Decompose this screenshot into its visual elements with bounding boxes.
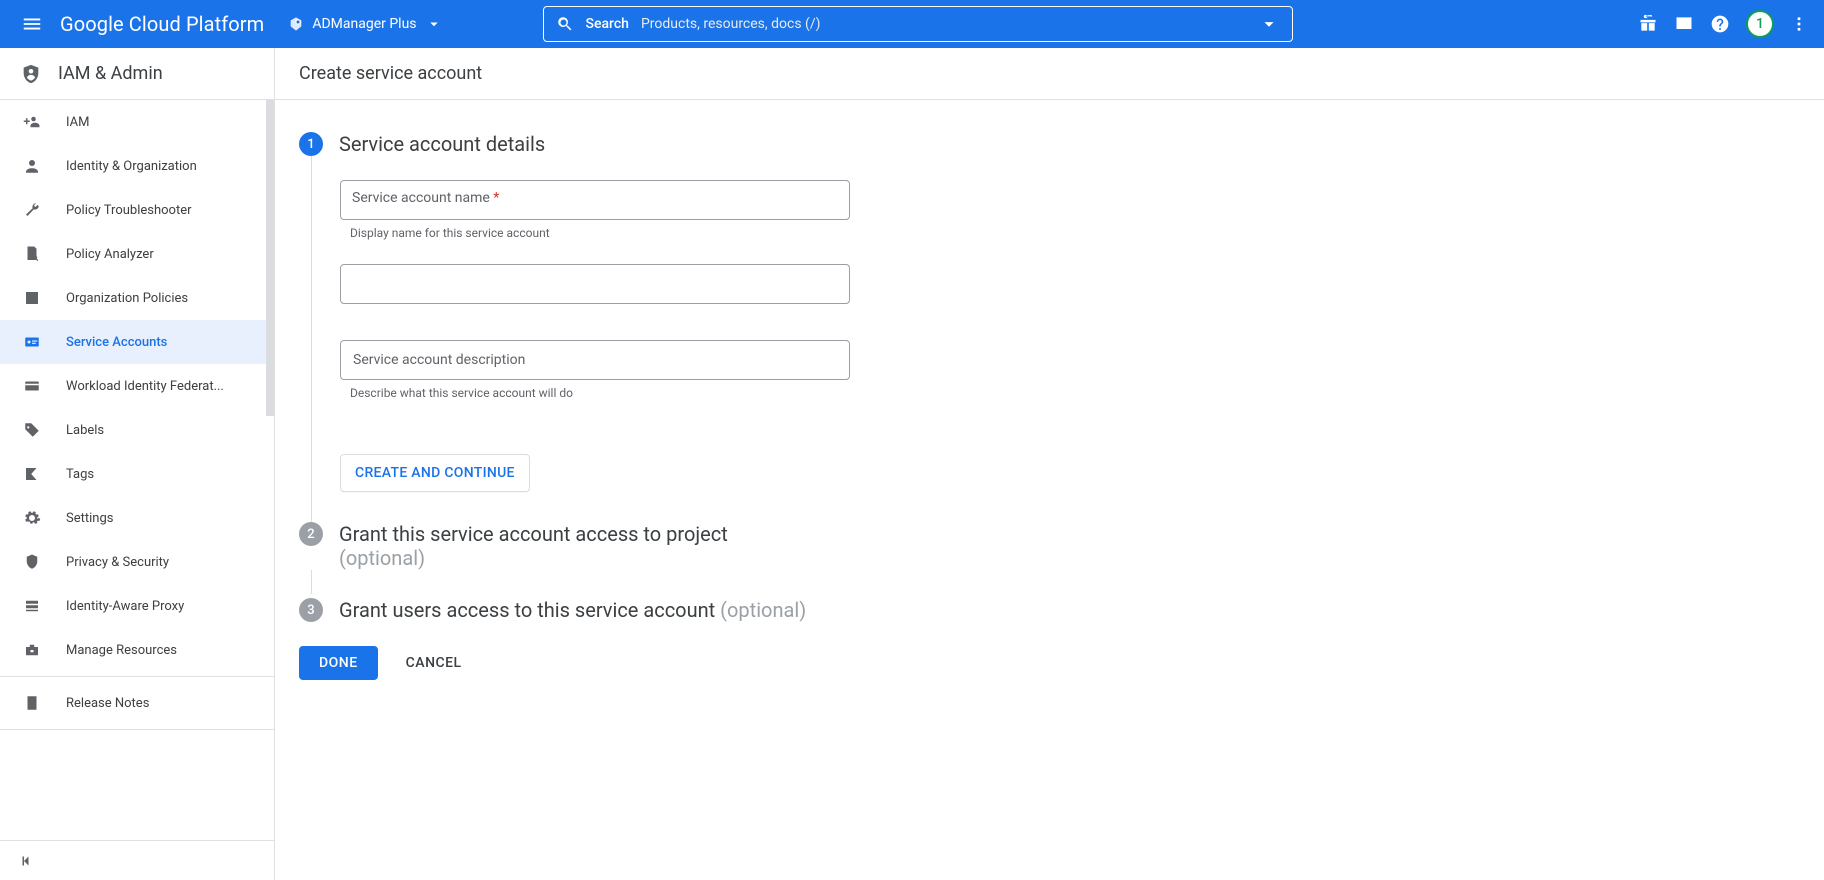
project-selector[interactable]: ADManager Plus — [288, 15, 442, 33]
wizard-actions: DONE CANCEL — [299, 646, 1171, 680]
sidebar-item-label: Privacy & Security — [66, 555, 169, 570]
sidebar-item-label: IAM — [66, 115, 89, 130]
page-title: Create service account — [299, 63, 482, 84]
step-2-header[interactable]: 2 Grant this service account access to p… — [299, 522, 1171, 570]
proxy-icon — [23, 597, 41, 615]
sidebar-item-service-accounts[interactable]: Service Accounts — [0, 320, 274, 364]
sidebar-item-iam[interactable]: IAM — [0, 100, 274, 144]
step-connector — [311, 570, 1171, 594]
more-vert-icon[interactable] — [1790, 15, 1808, 33]
sidebar-item-org-policies[interactable]: Organization Policies — [0, 276, 274, 320]
service-account-name-input[interactable] — [340, 180, 850, 220]
step-2-optional: (optional) — [339, 546, 425, 570]
sidebar-item-workload[interactable]: Workload Identity Federat... — [0, 364, 274, 408]
hamburger-menu-button[interactable] — [8, 0, 56, 48]
cloud-shell-icon[interactable] — [1674, 14, 1694, 34]
wrench-icon — [23, 201, 41, 219]
sidebar-item-label: Service Accounts — [66, 335, 167, 350]
help-icon[interactable] — [1710, 14, 1730, 34]
cancel-button[interactable]: CANCEL — [406, 655, 462, 671]
chevron-down-icon[interactable] — [1258, 13, 1280, 35]
project-name: ADManager Plus — [312, 16, 416, 32]
sidebar-item-identity[interactable]: Identity & Organization — [0, 144, 274, 188]
briefcase-icon — [23, 641, 41, 659]
gift-icon[interactable] — [1638, 14, 1658, 34]
list-icon — [23, 289, 41, 307]
sidebar-item-label: Release Notes — [66, 696, 149, 711]
menu-icon — [21, 13, 43, 35]
bookmark-icon — [23, 465, 41, 483]
top-right-icons: 1 — [1638, 10, 1816, 38]
project-hex-icon — [288, 16, 304, 32]
sidebar-item-label: Settings — [66, 511, 113, 526]
sidebar-item-label: Labels — [66, 423, 104, 438]
sidebar-item-label: Identity-Aware Proxy — [66, 599, 184, 614]
platform-brand: Google Cloud Platform — [60, 12, 264, 36]
sidebar-item-release-notes[interactable]: Release Notes — [0, 681, 274, 725]
description-hint: Describe what this service account will … — [350, 386, 1171, 400]
search-input[interactable] — [641, 16, 1246, 32]
step-2-title: Grant this service account access to pro… — [339, 522, 728, 570]
sidebar-item-label: Policy Analyzer — [66, 247, 154, 262]
sidebar-item-label: Identity & Organization — [66, 159, 197, 174]
sidebar-separator — [0, 676, 274, 677]
sidebar-item-label: Workload Identity Federat... — [66, 379, 224, 394]
service-account-icon — [23, 333, 41, 351]
card-icon — [23, 377, 41, 395]
page-header: Create service account — [275, 48, 1824, 100]
top-bar: Google Cloud Platform ADManager Plus Sea… — [0, 0, 1824, 48]
sidebar-item-tags[interactable]: Tags — [0, 452, 274, 496]
step-number-2: 2 — [299, 522, 323, 546]
caret-down-icon — [425, 15, 443, 33]
sidebar-item-label: Tags — [66, 467, 94, 482]
service-account-description-input[interactable] — [340, 340, 850, 380]
person-add-icon — [23, 113, 41, 131]
notes-icon — [23, 694, 41, 712]
sidebar-item-label: Policy Troubleshooter — [66, 203, 192, 218]
name-hint: Display name for this service account — [350, 226, 1171, 240]
main-panel: Create service account 1 Service account… — [275, 48, 1824, 880]
sidebar-item-iap[interactable]: Identity-Aware Proxy — [0, 584, 274, 628]
chevron-left-icon — [18, 852, 36, 870]
sidebar-nav: IAM Identity & Organization Policy Troub… — [0, 100, 274, 840]
sidebar-header: IAM & Admin — [0, 48, 274, 100]
sidebar-item-label: Manage Resources — [66, 643, 177, 658]
sidebar-item-analyzer[interactable]: Policy Analyzer — [0, 232, 274, 276]
sidebar-item-troubleshooter[interactable]: Policy Troubleshooter — [0, 188, 274, 232]
sidebar: IAM & Admin IAM Identity & Organization … — [0, 48, 275, 880]
person-icon — [23, 157, 41, 175]
step-3-header[interactable]: 3 Grant users access to this service acc… — [299, 598, 1171, 622]
tag-icon — [23, 421, 41, 439]
create-and-continue-button[interactable]: CREATE AND CONTINUE — [340, 454, 530, 492]
sidebar-title: IAM & Admin — [58, 63, 163, 84]
doc-search-icon — [23, 245, 41, 263]
step-3-title: Grant users access to this service accou… — [339, 598, 806, 622]
search-label: Search — [586, 16, 629, 32]
wizard: 1 Service account details Service accoun… — [275, 100, 1195, 712]
sidebar-item-label: Organization Policies — [66, 291, 188, 306]
search-icon — [556, 15, 574, 33]
step-1-form: Service account name * Display name for … — [311, 156, 1171, 522]
search-bar[interactable]: Search — [543, 6, 1293, 42]
sidebar-scrollbar[interactable] — [266, 100, 274, 416]
gear-icon — [23, 509, 41, 527]
shield-icon — [20, 62, 42, 86]
sidebar-item-labels[interactable]: Labels — [0, 408, 274, 452]
step-1-header: 1 Service account details — [299, 132, 1171, 156]
sidebar-item-manage-resources[interactable]: Manage Resources — [0, 628, 274, 672]
sidebar-separator — [0, 729, 274, 730]
sidebar-collapse-button[interactable] — [0, 840, 274, 880]
step-3-optional: (optional) — [720, 598, 806, 622]
sidebar-item-privacy[interactable]: Privacy & Security — [0, 540, 274, 584]
step-number-1: 1 — [299, 132, 323, 156]
shield-small-icon — [23, 553, 41, 571]
step-number-3: 3 — [299, 598, 323, 622]
done-button[interactable]: DONE — [299, 646, 378, 680]
service-account-id-input[interactable] — [340, 264, 850, 304]
step-1-title: Service account details — [339, 132, 545, 156]
notification-badge[interactable]: 1 — [1746, 10, 1774, 38]
sidebar-item-settings[interactable]: Settings — [0, 496, 274, 540]
